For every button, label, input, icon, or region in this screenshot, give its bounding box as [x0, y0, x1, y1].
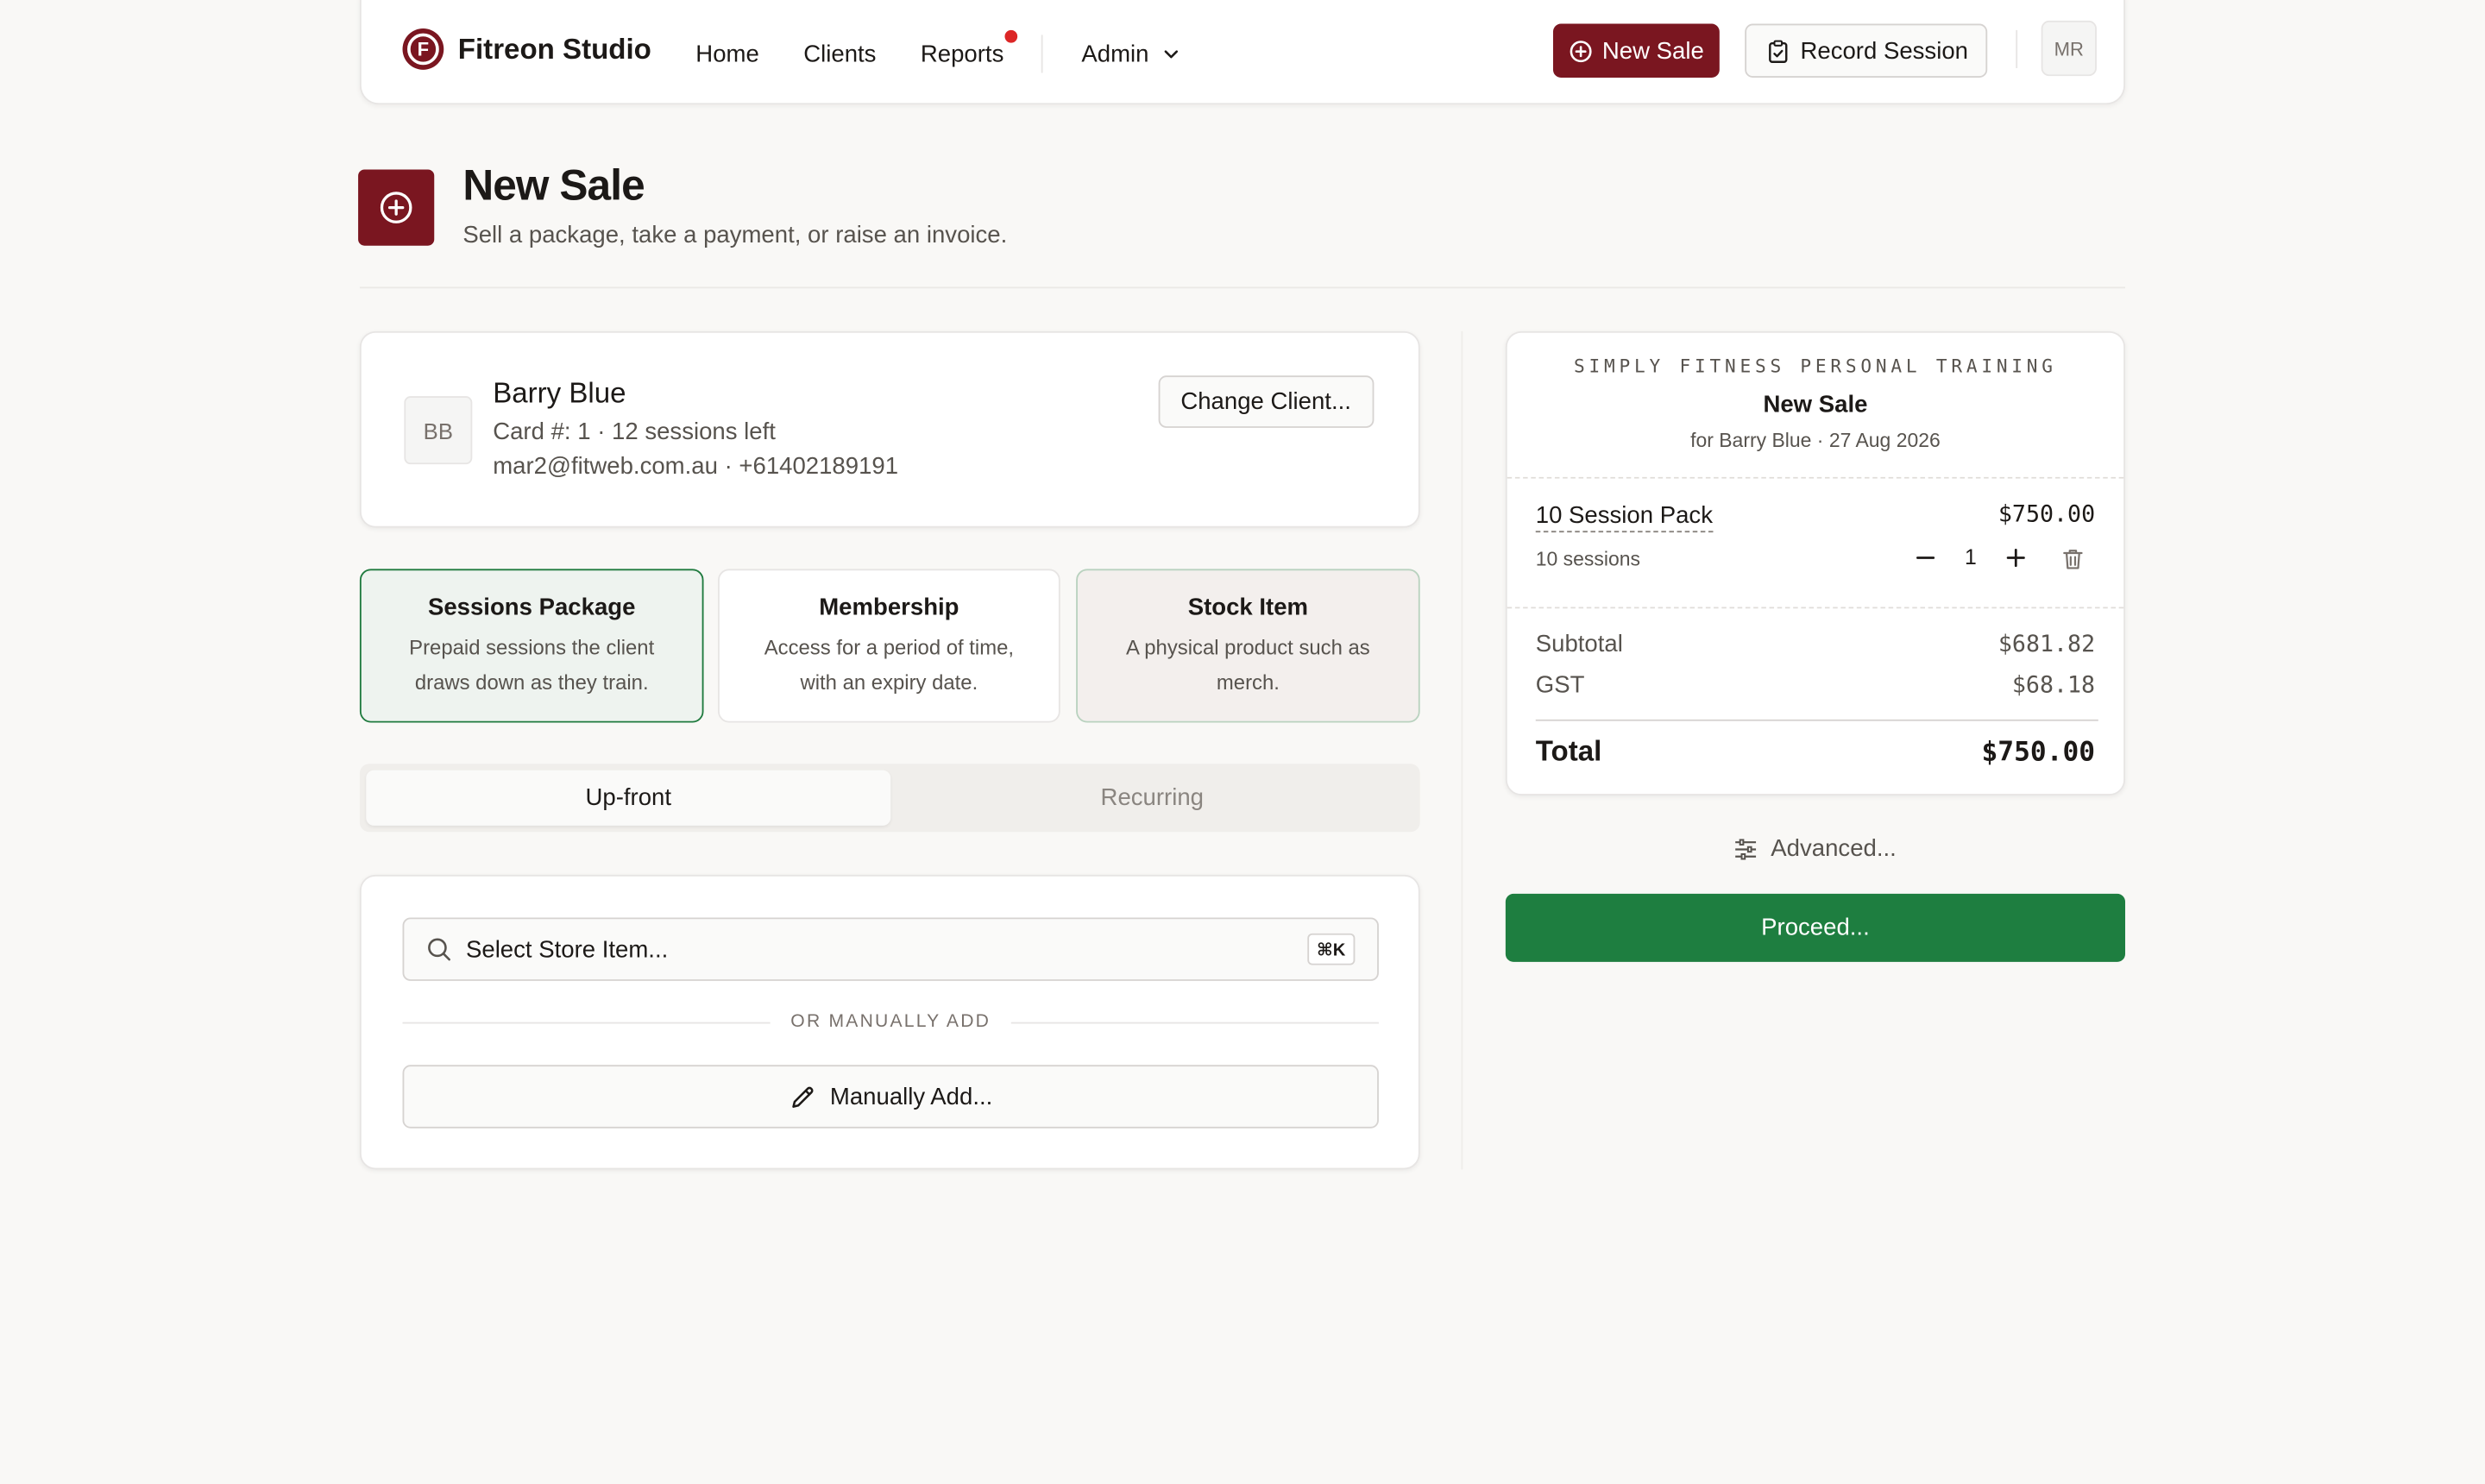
plus-icon	[2006, 548, 2025, 567]
or-divider-label: OR MANUALLY ADD	[790, 1012, 991, 1032]
nav-clients[interactable]: Clients	[803, 41, 876, 67]
subtotal-label: Subtotal	[1535, 631, 1623, 658]
page-icon	[358, 169, 435, 246]
tile-title: Stock Item	[1187, 594, 1309, 621]
total-label: Total	[1535, 735, 1602, 767]
receipt-title: New Sale	[1763, 391, 1868, 418]
chevron-down-icon	[1164, 50, 1178, 59]
column-divider	[1461, 330, 1463, 1170]
receipt-divider	[1507, 476, 2124, 479]
quantity-stepper: 1	[1915, 545, 2027, 569]
business-name: SIMPLY FITNESS PERSONAL TRAINING	[1574, 355, 2057, 378]
line-item-meta: 10 sessions	[1535, 548, 1641, 571]
new-sale-button[interactable]: New Sale	[1552, 23, 1721, 78]
tile-title: Membership	[819, 594, 959, 621]
tile-description: Prepaid sessions the client draws down a…	[409, 635, 655, 695]
sale-type-sessions-package[interactable]: Sessions Package Prepaid sessions the cl…	[359, 569, 704, 723]
plus-circle-icon	[380, 192, 412, 223]
billing-toggle: Up-front Recurring	[359, 764, 1420, 833]
advanced-label: Advanced...	[1771, 834, 1897, 863]
client-avatar: BB	[404, 396, 473, 465]
sliders-icon	[1735, 838, 1757, 859]
tile-title: Sessions Package	[427, 594, 636, 621]
nav-reports-label: Reports	[920, 40, 1004, 68]
total-value: $750.00	[1981, 737, 2096, 769]
brand-logo-icon: F	[402, 28, 444, 70]
clipboard-check-icon	[1769, 39, 1788, 63]
decrease-quantity-button[interactable]	[1915, 546, 1937, 569]
sale-type-membership[interactable]: Membership Access for a period of time, …	[718, 569, 1060, 723]
page-title: New Sale	[462, 161, 645, 210]
divider-line	[402, 1021, 771, 1023]
remove-item-button[interactable]	[2062, 548, 2085, 578]
advanced-button[interactable]: Advanced...	[1506, 835, 2125, 862]
subtotal-value: $681.82	[1997, 632, 2096, 658]
nav-reports[interactable]: Reports	[920, 28, 1018, 68]
pencil-icon	[791, 1085, 813, 1107]
plus-circle-icon	[1570, 40, 1592, 62]
divider-line	[1011, 1021, 1379, 1023]
record-session-button[interactable]: Record Session	[1745, 23, 1988, 78]
notification-dot	[1005, 28, 1018, 42]
tab-recurring[interactable]: Recurring	[890, 770, 1413, 826]
new-sale-label: New Sale	[1601, 37, 1704, 65]
total-divider	[1535, 719, 2098, 721]
client-contact: mar2@fitweb.com.au · +61402189191	[493, 453, 899, 481]
client-name: Barry Blue	[493, 377, 626, 409]
gst-value: $68.18	[2011, 673, 2096, 699]
main-nav: Home Clients Reports Admin	[695, 28, 1180, 73]
nav-admin-label: Admin	[1081, 40, 1149, 68]
sale-type-stock-item[interactable]: Stock Item A physical product such as me…	[1076, 569, 1420, 723]
brand-name: Fitreon Studio	[457, 32, 651, 65]
tile-description: Access for a period of time, with an exp…	[764, 635, 1015, 695]
proceed-button[interactable]: Proceed...	[1505, 893, 2126, 962]
tab-up-front[interactable]: Up-front	[366, 770, 891, 826]
header-divider	[2016, 29, 2018, 68]
gst-label: GST	[1535, 671, 1585, 699]
tile-description: A physical product such as merch.	[1126, 635, 1370, 695]
trash-icon	[2063, 550, 2083, 569]
select-store-item-input[interactable]: Select Store Item... ⌘K	[402, 917, 1379, 981]
line-item-name[interactable]: 10 Session Pack	[1535, 502, 1713, 533]
client-card: BB Barry Blue Card #: 1 · 12 sessions le…	[359, 330, 1420, 528]
or-divider: OR MANUALLY ADD	[402, 1009, 1379, 1034]
item-picker-card: Select Store Item... ⌘K OR MANUALLY ADD …	[359, 874, 1420, 1170]
line-item-price: $750.00	[1997, 502, 2096, 528]
top-nav-bar: F Fitreon Studio Home Clients Reports Ad…	[359, 0, 2126, 105]
receipt-subtitle: for Barry Blue · 27 Aug 2026	[1690, 429, 1941, 452]
user-avatar[interactable]: MR	[2041, 20, 2097, 77]
change-client-button[interactable]: Change Client...	[1158, 375, 1374, 428]
minus-icon	[1916, 556, 1935, 558]
sale-summary-receipt: SIMPLY FITNESS PERSONAL TRAINING New Sal…	[1505, 330, 2126, 796]
manually-add-button[interactable]: Manually Add...	[402, 1065, 1379, 1129]
search-icon	[428, 938, 450, 961]
nav-home[interactable]: Home	[695, 41, 758, 67]
manually-add-label: Manually Add...	[829, 1083, 993, 1110]
record-session-label: Record Session	[1800, 37, 1968, 65]
nav-admin[interactable]: Admin	[1081, 41, 1180, 67]
keyboard-shortcut: ⌘K	[1306, 933, 1356, 965]
client-card-info: Card #: 1 · 12 sessions left	[493, 418, 776, 446]
page-subtitle: Sell a package, take a payment, or raise…	[462, 222, 1008, 249]
page-divider	[359, 286, 2126, 289]
quantity-value: 1	[1965, 544, 1977, 569]
brand[interactable]: F Fitreon Studio	[402, 28, 651, 70]
nav-divider	[1041, 35, 1044, 73]
search-label: Select Store Item...	[465, 935, 669, 963]
increase-quantity-button[interactable]	[2004, 546, 2027, 569]
receipt-divider	[1507, 607, 2124, 609]
